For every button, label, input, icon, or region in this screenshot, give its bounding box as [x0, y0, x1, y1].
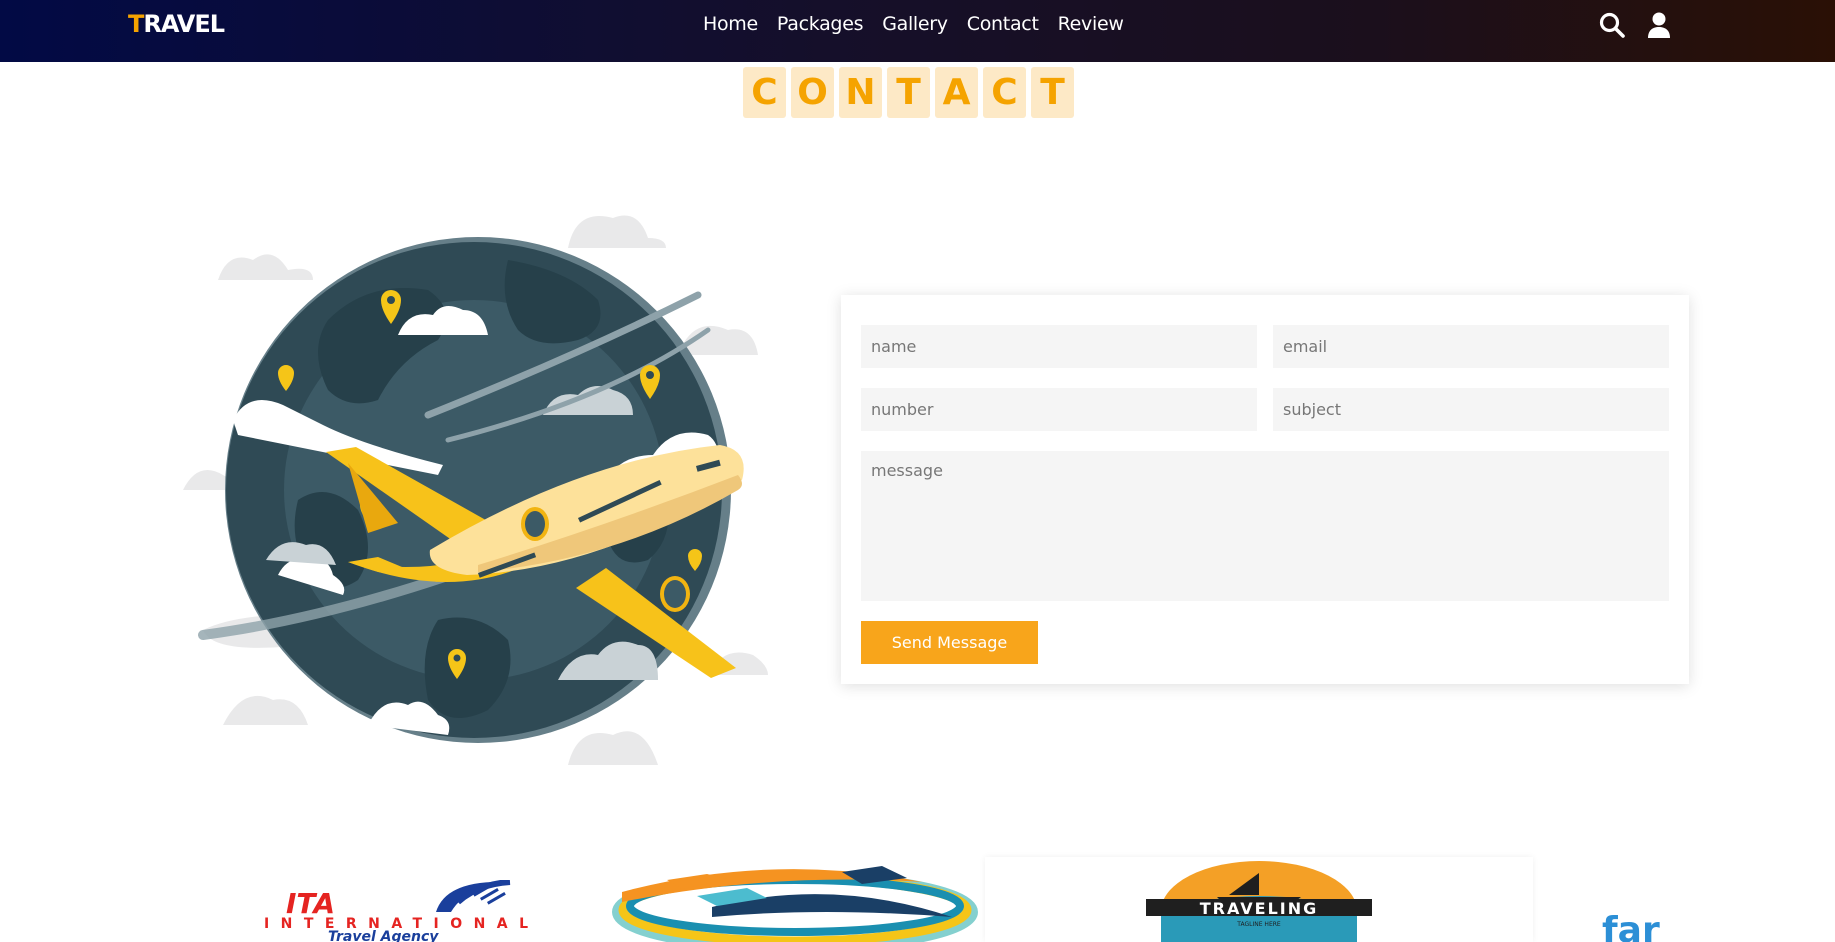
heading-letter: C — [743, 67, 786, 118]
email-input[interactable] — [1273, 325, 1669, 368]
nav-gallery[interactable]: Gallery — [882, 13, 948, 35]
heading-letter: C — [983, 67, 1026, 118]
message-textarea[interactable] — [861, 451, 1669, 601]
site-logo[interactable]: TRAVEL — [128, 10, 225, 38]
top-navbar: TRAVEL Home Packages Gallery Contact Rev… — [0, 0, 1835, 62]
heading-letter: O — [791, 67, 834, 118]
airline-swoosh-logo — [612, 862, 978, 942]
traveling-tagline: TAGLINE HERE — [1236, 921, 1281, 928]
far-logo: far — [1600, 910, 1700, 942]
user-icon[interactable] — [1645, 11, 1673, 39]
far-text: far — [1602, 912, 1660, 942]
name-input[interactable] — [861, 325, 1257, 368]
main-nav: Home Packages Gallery Contact Review — [703, 13, 1124, 35]
number-input[interactable] — [861, 388, 1257, 431]
heading-letter: T — [887, 67, 930, 118]
search-icon[interactable] — [1598, 11, 1626, 39]
nav-review[interactable]: Review — [1058, 13, 1124, 35]
header-icons — [1598, 11, 1673, 39]
partner-logos: ITA INTERNATIONAL Travel Agency TRAVELIN… — [0, 850, 1835, 942]
nav-contact[interactable]: Contact — [967, 13, 1039, 35]
logo-first-letter: T — [128, 10, 144, 38]
traveling-logo-card: TRAVELING TAGLINE HERE — [985, 857, 1533, 942]
send-message-button[interactable]: Send Message — [861, 621, 1038, 664]
traveling-text: TRAVELING — [1200, 899, 1319, 918]
globe-airplane-illustration — [178, 200, 778, 770]
logo-rest: RAVEL — [143, 10, 225, 38]
contact-form: Send Message — [841, 295, 1689, 684]
heading-letter: A — [935, 67, 978, 118]
nav-packages[interactable]: Packages — [777, 13, 864, 35]
subject-input[interactable] — [1273, 388, 1669, 431]
heading-letter: N — [839, 67, 882, 118]
heading-letter: T — [1031, 67, 1074, 118]
section-heading: C O N T A C T — [743, 67, 1074, 118]
nav-home[interactable]: Home — [703, 13, 758, 35]
ita-tagline-text: Travel Agency — [328, 929, 439, 942]
ita-logo: ITA INTERNATIONAL Travel Agency — [258, 879, 538, 942]
